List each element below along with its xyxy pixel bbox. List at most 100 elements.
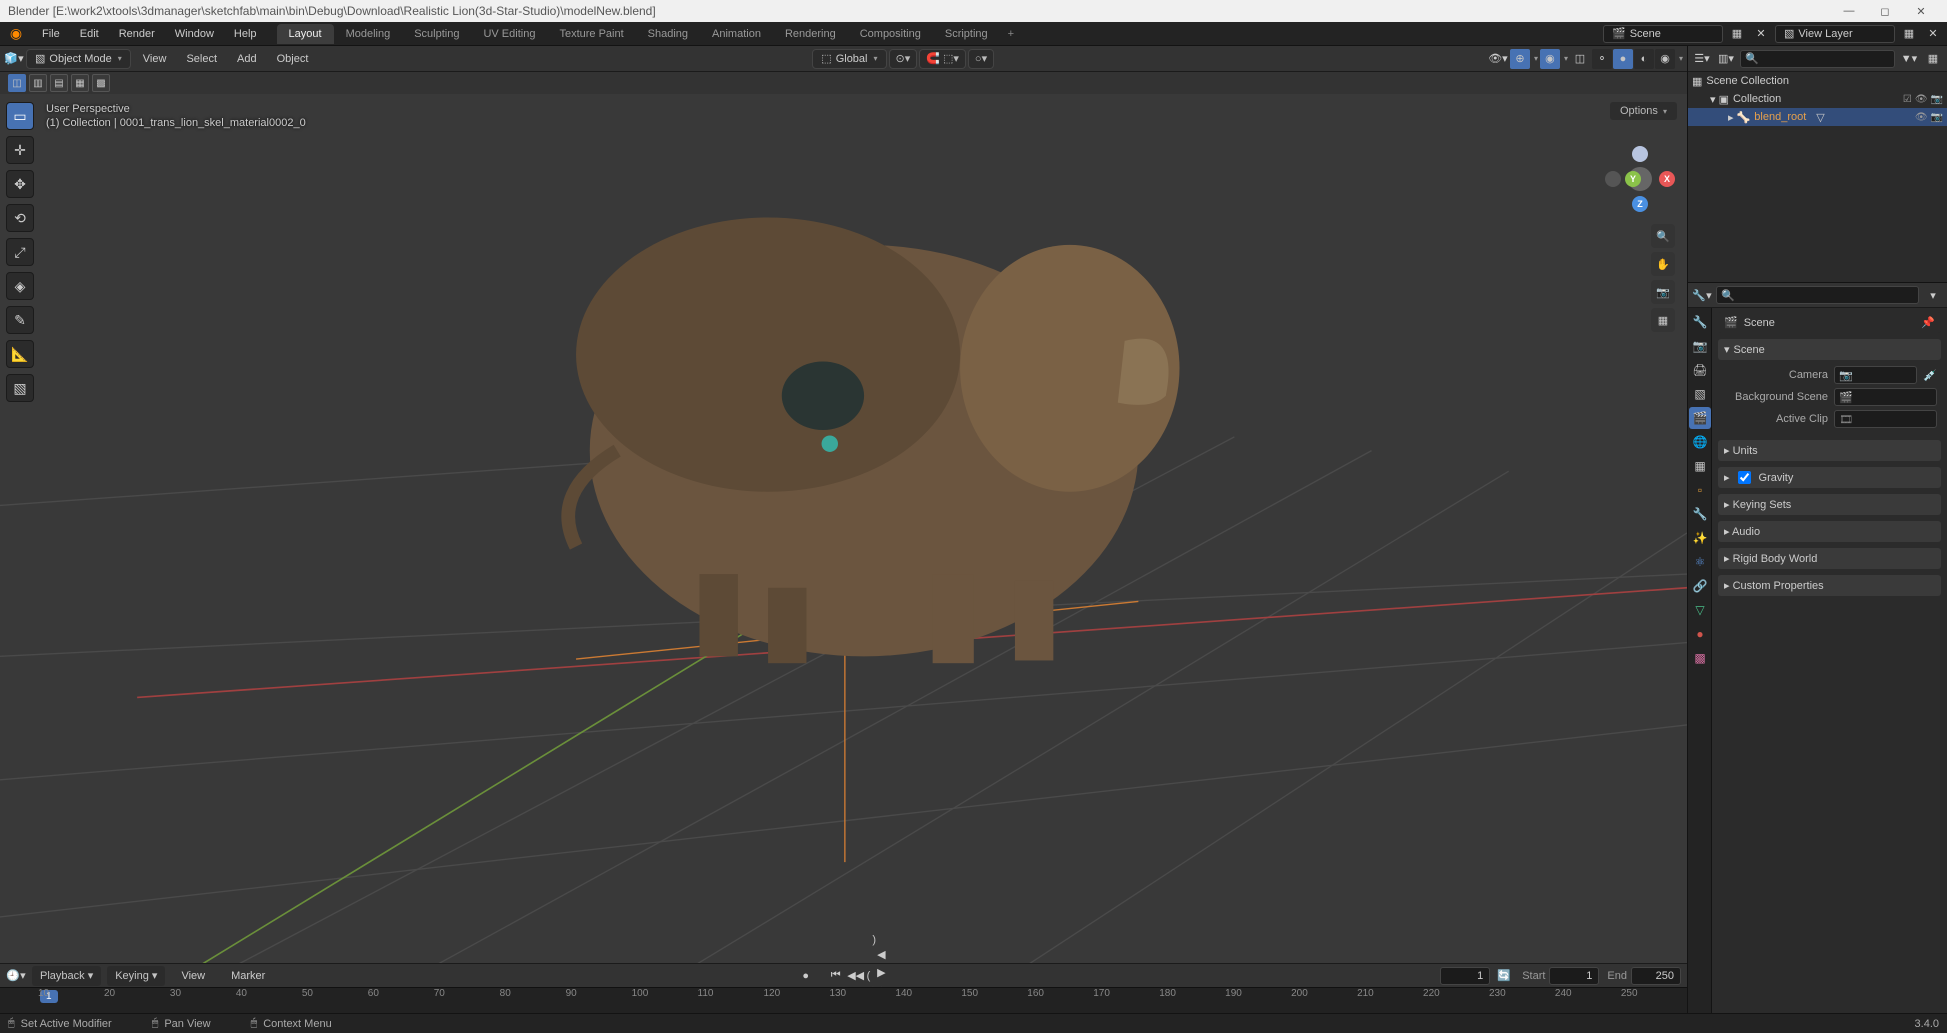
panel-custom-properties[interactable]: ▸ Custom Properties	[1718, 575, 1941, 596]
timeline-marker[interactable]: Marker	[221, 966, 275, 986]
proportional-edit-toggle[interactable]: ○▾	[968, 49, 994, 69]
pin-icon[interactable]: 📌	[1921, 316, 1935, 329]
pan-icon[interactable]: ✋	[1651, 252, 1675, 276]
blender-logo-icon[interactable]: ◉	[6, 24, 26, 44]
timeline-track[interactable]: 1 10203040506070809010011012013014015016…	[0, 987, 1687, 1013]
properties-editor-icon[interactable]: 🔧▾	[1692, 285, 1712, 305]
nav-z[interactable]: Z	[1632, 196, 1648, 212]
material-shading[interactable]: ◐	[1634, 49, 1654, 69]
tab-world[interactable]: 🌐	[1689, 431, 1711, 453]
eye-icon[interactable]: 👁	[1915, 94, 1928, 105]
tab-output[interactable]: 🖨	[1689, 359, 1711, 381]
panel-audio[interactable]: ▸ Audio	[1718, 521, 1941, 542]
keyframe-prev-icon[interactable]: ◀◀	[847, 967, 865, 985]
solid-shading[interactable]: ●	[1613, 49, 1633, 69]
eye-icon[interactable]: 👁	[1915, 112, 1928, 123]
nav-x[interactable]: X	[1659, 171, 1675, 187]
nav-y[interactable]: Y	[1625, 171, 1641, 187]
perspective-icon[interactable]: ▦	[1651, 308, 1675, 332]
panel-gravity[interactable]: ▸ Gravity	[1718, 467, 1941, 488]
move-tool[interactable]: ✥	[6, 170, 34, 198]
scene-browse-icon[interactable]: ▦	[1727, 24, 1747, 44]
zoom-icon[interactable]: 🔍	[1651, 224, 1675, 248]
timeline-keying[interactable]: Keying ▾	[107, 966, 165, 986]
rendered-shading[interactable]: ◉	[1655, 49, 1675, 69]
filter-icon[interactable]: ▼▾	[1899, 49, 1919, 69]
active-clip-field[interactable]: 🎞	[1834, 410, 1937, 428]
tab-tool[interactable]: 🔧	[1689, 311, 1711, 333]
nav-gizmo[interactable]: X Y Z	[1605, 144, 1675, 214]
orientation-dropdown[interactable]: ⬚Global▾	[812, 49, 886, 69]
tab-particles[interactable]: ✨	[1689, 527, 1711, 549]
select-box-icon[interactable]: ◫	[8, 74, 26, 92]
current-frame-field[interactable]: 1	[1440, 967, 1490, 985]
annotate-tool[interactable]: ✎	[6, 306, 34, 334]
tab-scene[interactable]: 🎬	[1689, 407, 1711, 429]
collection-row[interactable]: ▾ ▣Collection ☑👁📷	[1688, 90, 1947, 108]
options-dropdown[interactable]: Options ▾	[1610, 102, 1677, 120]
tab-material[interactable]: ●	[1689, 623, 1711, 645]
nav-neg-z[interactable]	[1632, 146, 1648, 162]
tab-texture-paint[interactable]: Texture Paint	[547, 24, 635, 44]
tab-constraints[interactable]: 🔗	[1689, 575, 1711, 597]
tab-modeling[interactable]: Modeling	[334, 24, 403, 44]
pivot-dropdown[interactable]: ⊙▾	[889, 49, 918, 69]
checkbox-icon[interactable]: ☑	[1903, 94, 1912, 105]
viewport-menu-select[interactable]: Select	[176, 49, 227, 69]
viewport-menu-view[interactable]: View	[133, 49, 177, 69]
properties-options-icon[interactable]: ▾	[1923, 285, 1943, 305]
tab-data[interactable]: ▽	[1689, 599, 1711, 621]
close-button[interactable]: ✕	[1903, 0, 1939, 22]
nav-neg-x[interactable]	[1605, 171, 1621, 187]
select-intersect-icon[interactable]: ▩	[92, 74, 110, 92]
viewport-menu-add[interactable]: Add	[227, 49, 267, 69]
play-reverse-icon[interactable]: ◀	[872, 946, 890, 964]
lion-model[interactable]: implies	[568, 217, 1179, 663]
tab-sculpting[interactable]: Sculpting	[402, 24, 471, 44]
select-subtract-icon[interactable]: ▤	[50, 74, 68, 92]
timeline-editor-icon[interactable]: 🕘▾	[6, 966, 26, 986]
outliner-editor-icon[interactable]: ☰▾	[1692, 49, 1712, 69]
tab-render[interactable]: 📷	[1689, 335, 1711, 357]
timeline-view[interactable]: View	[171, 966, 215, 986]
menu-window[interactable]: Window	[165, 24, 224, 44]
view-layer-add-icon[interactable]: ▦	[1899, 24, 1919, 44]
menu-render[interactable]: Render	[109, 24, 165, 44]
tab-uv-editing[interactable]: UV Editing	[471, 24, 547, 44]
viewport-menu-object[interactable]: Object	[267, 49, 319, 69]
panel-keying-sets[interactable]: ▸ Keying Sets	[1718, 494, 1941, 515]
tab-collection[interactable]: ▦	[1689, 455, 1711, 477]
tab-texture[interactable]: ▩	[1689, 647, 1711, 669]
tab-object[interactable]: ▫	[1689, 479, 1711, 501]
scene-selector[interactable]: 🎬Scene	[1603, 25, 1723, 43]
select-tool[interactable]: ▭	[6, 102, 34, 130]
wireframe-shading[interactable]: ⚬	[1592, 49, 1612, 69]
scale-tool[interactable]: ⤢	[6, 238, 34, 266]
panel-rigid-body-world[interactable]: ▸ Rigid Body World	[1718, 548, 1941, 569]
play-icon[interactable]: ▶	[872, 964, 890, 982]
select-extend-icon[interactable]: ▥	[29, 74, 47, 92]
panel-scene[interactable]: ▾ Scene	[1718, 339, 1941, 360]
render-icon[interactable]: 📷	[1931, 94, 1943, 105]
tab-scripting[interactable]: Scripting	[933, 24, 1000, 44]
select-invert-icon[interactable]: ▦	[71, 74, 89, 92]
tab-physics[interactable]: ⚛	[1689, 551, 1711, 573]
new-collection-icon[interactable]: ▦	[1923, 49, 1943, 69]
xray-toggle[interactable]: ◫	[1570, 49, 1590, 69]
end-frame-field[interactable]: 250	[1631, 967, 1681, 985]
render-icon[interactable]: 📷	[1931, 112, 1943, 123]
snap-toggle[interactable]: 🧲 ⬚▾	[919, 49, 966, 69]
maximize-button[interactable]: ◻	[1867, 0, 1903, 22]
camera-view-icon[interactable]: 📷	[1651, 280, 1675, 304]
add-workspace-button[interactable]: +	[1000, 24, 1022, 44]
frame-lock-icon[interactable]: 🔄	[1494, 966, 1514, 986]
tab-compositing[interactable]: Compositing	[848, 24, 933, 44]
eyedropper-icon[interactable]: 💉	[1923, 369, 1937, 382]
visibility-dropdown[interactable]: 👁▾	[1488, 49, 1508, 69]
view-layer-selector[interactable]: ▧View Layer	[1775, 25, 1895, 43]
gizmo-toggle[interactable]: ⊕	[1510, 49, 1530, 69]
3d-viewport[interactable]: implies User Perspective (1) Collection …	[0, 94, 1687, 963]
scene-remove-icon[interactable]: ✕	[1751, 24, 1771, 44]
tab-viewlayer[interactable]: ▧	[1689, 383, 1711, 405]
transform-tool[interactable]: ◈	[6, 272, 34, 300]
